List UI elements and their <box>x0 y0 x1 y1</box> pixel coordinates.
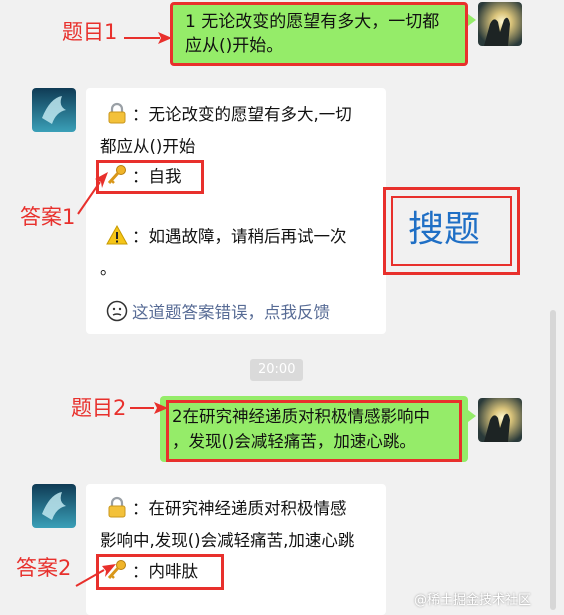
timestamp: 20:00 <box>250 359 304 381</box>
answer-1-question-line1: ：无论改变的愿望有多大,一切 <box>106 100 352 130</box>
bot-avatar-2[interactable] <box>32 484 76 528</box>
bot-avatar[interactable] <box>32 88 76 132</box>
search-label[interactable]: 搜题 <box>408 208 480 252</box>
question-1-text: 1 无论改变的愿望有多大，一切都应从()开始。 <box>185 12 440 56</box>
arrow-answer-1 <box>77 172 108 215</box>
warning-line2: 。 <box>100 259 117 278</box>
watermark: @稀土掘金技术社区 <box>414 593 532 608</box>
lock-icon <box>106 496 128 518</box>
answer-2-text: ：内啡肽 <box>132 562 198 581</box>
user-avatar-2[interactable] <box>478 398 522 442</box>
question-1-label: 题目1 <box>62 20 118 44</box>
bubble-tail <box>468 14 476 26</box>
bubble-tail-2 <box>468 410 476 422</box>
question-1-bubble[interactable]: 1 无论改变的愿望有多大，一切都应从()开始。 <box>170 2 468 66</box>
warning-line1: ：如遇故障，请稍后再试一次 <box>106 222 347 252</box>
answer-1-label: 答案1 <box>20 205 76 229</box>
answer-1-bubble[interactable]: ：无论改变的愿望有多大,一切 都应从()开始 ：自我 ：如遇故障，请稍后再试一次… <box>86 88 386 334</box>
answer-2-question-line1: ：在研究神经递质对积极情感 <box>106 494 347 524</box>
answer-1-text: ：自我 <box>132 167 182 186</box>
answer-1-question-line2: 都应从()开始 <box>100 137 196 156</box>
feedback-line[interactable]: 这道题答案错误，点我反馈 <box>106 298 330 328</box>
answer-2-bubble[interactable]: ：在研究神经递质对积极情感 影响中,发现()会减轻痛苦,加速心跳 ：内啡肽 <box>86 484 386 615</box>
feedback-link[interactable]: 这道题答案错误，点我反馈 <box>132 303 330 322</box>
warning-icon <box>106 224 128 246</box>
arrow-question-1 <box>124 32 172 44</box>
answer-2-question-line2: 影响中,发现()会减轻痛苦,加速心跳 <box>100 531 355 550</box>
arrow-answer-2 <box>75 564 116 587</box>
lock-icon <box>106 102 128 124</box>
user-avatar[interactable] <box>478 2 522 46</box>
answer-2-label: 答案2 <box>16 556 72 580</box>
thinking-face-icon <box>106 300 128 322</box>
question-2-line1: 2在研究神经递质对积极情感影响中 <box>172 407 430 426</box>
answer-1-line: ：自我 <box>106 162 182 192</box>
answer-2-line: ：内啡肽 <box>106 557 198 587</box>
question-2-label: 题目2 <box>71 396 127 420</box>
arrow-question-2 <box>130 402 168 414</box>
question-2-line2: ，发现()会减轻痛苦，加速心跳。 <box>172 432 416 451</box>
scrollbar-thumb[interactable] <box>550 310 556 610</box>
